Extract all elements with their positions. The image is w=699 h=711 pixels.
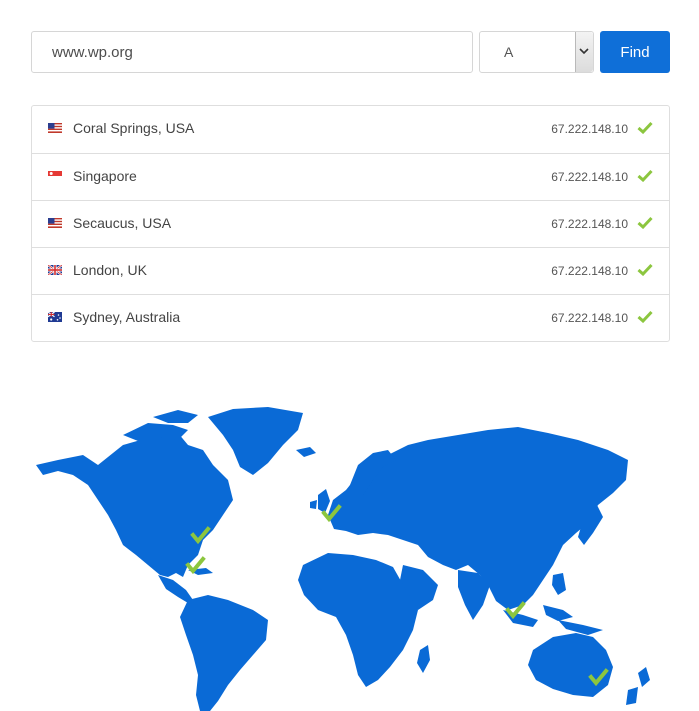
iceland [296, 447, 316, 457]
check-icon [637, 310, 653, 323]
ip-address: 67.222.148.10 [551, 170, 628, 184]
result-row: Coral Springs, USA 67.222.148.10 [32, 106, 669, 153]
ip-address: 67.222.148.10 [551, 217, 628, 231]
location-label: Sydney, Australia [73, 309, 181, 325]
domain-input[interactable] [31, 31, 473, 73]
africa [298, 553, 418, 687]
check-icon [637, 169, 653, 182]
record-type-value: A [504, 44, 514, 60]
world-map [36, 407, 650, 711]
result-row: Singapore 67.222.148.10 [32, 153, 669, 200]
us-flag-icon [48, 218, 62, 228]
british-isles [310, 500, 317, 509]
greenland [208, 407, 303, 475]
indonesia [558, 620, 603, 635]
madagascar [417, 645, 430, 673]
british-isles [318, 489, 330, 513]
arctic-islands [153, 410, 198, 423]
north-america [36, 433, 233, 577]
indonesia [543, 605, 573, 621]
singapore-flag-icon [48, 171, 62, 181]
results-list: Coral Springs, USA 67.222.148.10 Singapo… [31, 105, 670, 342]
south-america [180, 595, 268, 711]
check-icon [637, 121, 653, 134]
location-label: London, UK [73, 262, 147, 278]
central-america [158, 575, 193, 603]
record-type-select[interactable]: A [479, 31, 594, 73]
ip-address: 67.222.148.10 [551, 311, 628, 325]
location-label: Coral Springs, USA [73, 120, 195, 136]
find-button[interactable]: Find [600, 31, 670, 73]
result-row: London, UK 67.222.148.10 [32, 247, 669, 294]
ip-address: 67.222.148.10 [551, 264, 628, 278]
check-icon [637, 263, 653, 276]
new-zealand [638, 667, 650, 687]
result-row: Sydney, Australia 67.222.148.10 [32, 294, 669, 341]
new-zealand [626, 687, 638, 705]
check-icon [637, 216, 653, 229]
us-flag-icon [48, 123, 62, 133]
result-row: Secaucus, USA 67.222.148.10 [32, 200, 669, 247]
location-label: Singapore [73, 168, 137, 184]
ip-address: 67.222.148.10 [551, 122, 628, 136]
location-label: Secaucus, USA [73, 215, 172, 231]
australia [528, 633, 613, 697]
search-bar: A Find [31, 31, 671, 75]
uk-flag-icon [48, 265, 62, 275]
dropdown-arrow-icon[interactable] [575, 32, 593, 72]
australia-flag-icon [48, 312, 62, 322]
philippines [552, 573, 566, 595]
